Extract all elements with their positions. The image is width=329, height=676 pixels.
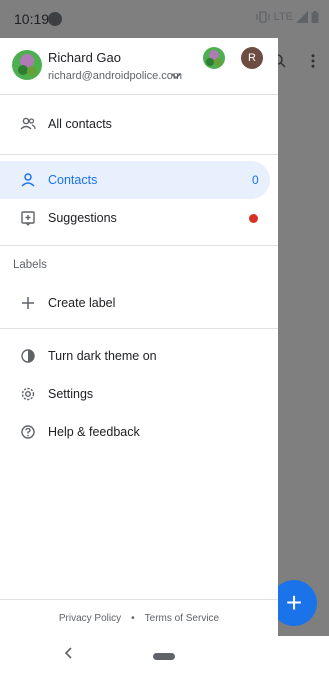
nav-label-help: Help & feedback: [48, 425, 140, 439]
plus-icon: [19, 294, 37, 312]
nav-label-all-contacts: All contacts: [48, 117, 112, 131]
people-icon: [19, 115, 37, 133]
nav-item-all-contacts[interactable]: All contacts: [0, 105, 278, 143]
privacy-policy-link[interactable]: Privacy Policy: [59, 613, 121, 624]
contacts-count: 0: [252, 173, 259, 187]
drawer-footer: Privacy Policy • Terms of Service: [0, 599, 278, 637]
plus-icon: +: [285, 587, 303, 618]
chevron-down-icon[interactable]: [170, 70, 182, 82]
nav-item-create-label[interactable]: Create label: [0, 284, 278, 322]
nav-label-dark-theme: Turn dark theme on: [48, 349, 157, 363]
notification-dot: [249, 213, 258, 223]
nav-label-contacts: Contacts: [48, 173, 98, 187]
terms-of-service-link[interactable]: Terms of Service: [145, 613, 219, 624]
gear-icon: [19, 385, 37, 403]
network-type: LTE: [273, 11, 293, 23]
other-account-avatar[interactable]: R: [241, 47, 263, 69]
footer-separator: •: [131, 613, 135, 624]
person-icon: [19, 171, 37, 189]
add-box-icon: [19, 209, 37, 227]
nav-label-create-label: Create label: [48, 296, 116, 310]
avatar[interactable]: [12, 50, 42, 80]
battery-icon: [311, 11, 319, 23]
nav-item-dark-theme[interactable]: Turn dark theme on: [0, 337, 278, 375]
account-header[interactable]: Richard Gao richard@androidpolice.com R: [0, 38, 278, 94]
account-email: richard@androidpolice.com: [48, 70, 183, 82]
system-navigation-bar: [0, 636, 329, 676]
back-icon[interactable]: [64, 647, 74, 659]
nav-label-settings: Settings: [48, 387, 94, 401]
status-bar: 10:19 LTE: [0, 0, 329, 38]
navigation-drawer: Richard Gao richard@androidpolice.com R: [0, 38, 278, 636]
vibrate-icon: [256, 11, 270, 23]
status-time: 10:19: [14, 11, 50, 27]
labels-section-title: Labels: [13, 259, 47, 271]
status-indicators: LTE: [255, 11, 319, 23]
home-pill-icon[interactable]: [153, 653, 175, 660]
nav-label-suggestions: Suggestions: [48, 211, 117, 225]
help-icon: [19, 423, 37, 441]
account-name: Richard Gao: [48, 50, 121, 65]
nav-item-suggestions[interactable]: Suggestions: [0, 199, 278, 237]
nav-item-help[interactable]: Help & feedback: [0, 413, 278, 451]
contrast-icon: [19, 347, 37, 365]
account-switcher-avatar[interactable]: [203, 47, 225, 69]
spotify-icon: [48, 12, 62, 26]
signal-icon: [296, 11, 308, 23]
nav-item-settings[interactable]: Settings: [0, 375, 278, 413]
nav-item-contacts[interactable]: Contacts 0: [0, 161, 270, 199]
